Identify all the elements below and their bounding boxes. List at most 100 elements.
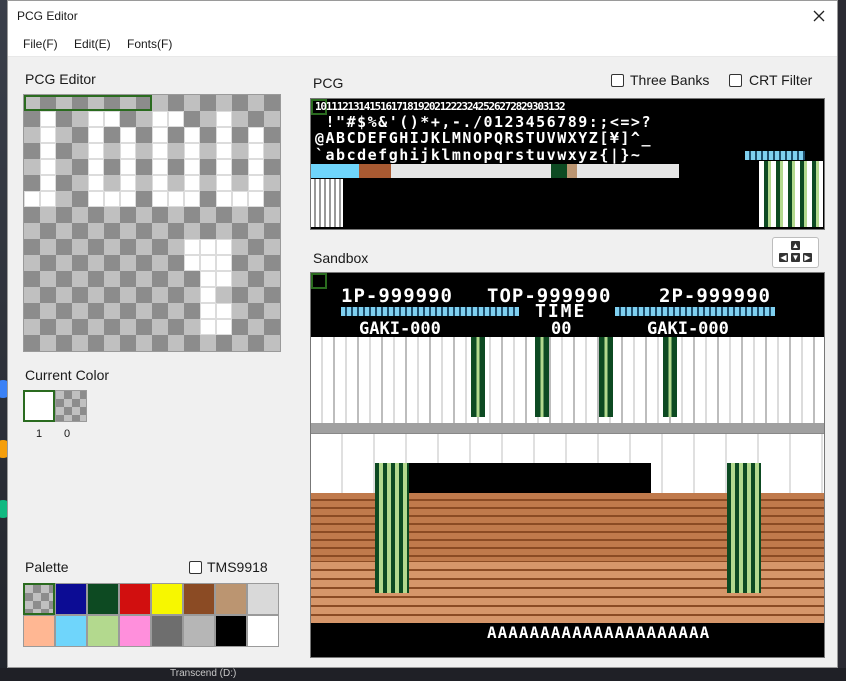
editor-pixel[interactable]: [88, 159, 104, 175]
palette-swatch[interactable]: [23, 583, 55, 615]
editor-pixel[interactable]: [248, 127, 264, 143]
palette-swatch[interactable]: [23, 615, 55, 647]
editor-pixel[interactable]: [152, 143, 168, 159]
palette-swatch[interactable]: [55, 615, 87, 647]
scroll-arrows-pad[interactable]: ▲ ◀ ▼ ▶: [772, 237, 819, 268]
editor-pixel[interactable]: [24, 191, 40, 207]
editor-pixel[interactable]: [184, 159, 200, 175]
sandbox-canvas[interactable]: 1P-999990 TOP-999990 2P-999990 TIME GAKI…: [310, 272, 825, 658]
tms9918-checkbox[interactable]: [189, 561, 202, 574]
editor-pixel[interactable]: [152, 191, 168, 207]
editor-pixel[interactable]: [168, 111, 184, 127]
menu-file[interactable]: File(F): [23, 37, 58, 51]
pcg-tile-sheet[interactable]: 1011121314151617181920212223242526272829…: [310, 98, 825, 230]
editor-pixel[interactable]: [200, 303, 216, 319]
palette-swatch[interactable]: [151, 615, 183, 647]
editor-pixel[interactable]: [216, 159, 232, 175]
palette-swatch[interactable]: [183, 615, 215, 647]
title-bar: PCG Editor: [8, 1, 837, 31]
three-banks-label: Three Banks: [630, 72, 710, 88]
arrow-up-icon[interactable]: ▲: [791, 241, 800, 250]
editor-pixel[interactable]: [152, 175, 168, 191]
editor-pixel[interactable]: [216, 239, 232, 255]
editor-pixel[interactable]: [216, 255, 232, 271]
palette-swatch[interactable]: [183, 583, 215, 615]
editor-pixel[interactable]: [40, 191, 56, 207]
palette-swatch[interactable]: [247, 615, 279, 647]
editor-pixel[interactable]: [200, 287, 216, 303]
editor-pixel[interactable]: [216, 191, 232, 207]
foreground-index: 1: [36, 428, 43, 440]
editor-pixel[interactable]: [40, 143, 56, 159]
editor-pixel[interactable]: [104, 111, 120, 127]
current-background-swatch[interactable]: [55, 390, 87, 422]
editor-pixel[interactable]: [248, 143, 264, 159]
pcg-tile-block: [551, 164, 567, 178]
three-banks-checkbox[interactable]: [611, 74, 624, 87]
close-button[interactable]: [801, 1, 837, 31]
palette-swatch[interactable]: [87, 615, 119, 647]
editor-pixel[interactable]: [120, 191, 136, 207]
editor-pixel[interactable]: [88, 127, 104, 143]
editor-pixel[interactable]: [40, 127, 56, 143]
editor-pixel[interactable]: [248, 191, 264, 207]
crt-filter-label: CRT Filter: [749, 72, 813, 88]
editor-pixel[interactable]: [200, 319, 216, 335]
editor-pixel[interactable]: [120, 175, 136, 191]
editor-pixel[interactable]: [40, 175, 56, 191]
palette-swatch[interactable]: [119, 583, 151, 615]
editor-pixel[interactable]: [168, 191, 184, 207]
palette-swatch[interactable]: [119, 615, 151, 647]
palette-swatch[interactable]: [215, 615, 247, 647]
editor-pixel[interactable]: [184, 191, 200, 207]
editor-pixel[interactable]: [216, 319, 232, 335]
editor-pixel[interactable]: [40, 111, 56, 127]
editor-pixel[interactable]: [88, 143, 104, 159]
palette-swatch[interactable]: [247, 583, 279, 615]
taskbar-item[interactable]: Transcend (D:): [170, 668, 236, 679]
editor-pixel[interactable]: [120, 127, 136, 143]
editor-pixel[interactable]: [88, 191, 104, 207]
menu-edit[interactable]: Edit(E): [74, 37, 111, 51]
editor-pixel[interactable]: [184, 127, 200, 143]
palette-swatch[interactable]: [87, 583, 119, 615]
editor-pixel[interactable]: [200, 255, 216, 271]
palette-swatch[interactable]: [215, 583, 247, 615]
editor-pixel[interactable]: [232, 191, 248, 207]
menu-fonts[interactable]: Fonts(F): [127, 37, 172, 51]
crt-filter-checkbox[interactable]: [729, 74, 742, 87]
arrow-left-icon[interactable]: ◀: [779, 253, 788, 262]
editor-pixel[interactable]: [152, 159, 168, 175]
editor-pixel[interactable]: [248, 175, 264, 191]
editor-pixel[interactable]: [216, 127, 232, 143]
arrow-down-icon[interactable]: ▼: [791, 253, 800, 262]
editor-pixel[interactable]: [104, 191, 120, 207]
editor-pixel[interactable]: [88, 175, 104, 191]
editor-pixel[interactable]: [216, 271, 232, 287]
pcg-editor-canvas[interactable]: [23, 94, 281, 352]
editor-pixel[interactable]: [184, 239, 200, 255]
editor-pixel[interactable]: [120, 143, 136, 159]
editor-pixel[interactable]: [184, 255, 200, 271]
editor-pixel[interactable]: [248, 159, 264, 175]
current-foreground-swatch[interactable]: [23, 390, 55, 422]
editor-pixel[interactable]: [88, 111, 104, 127]
editor-pixel[interactable]: [200, 271, 216, 287]
editor-pixel[interactable]: [120, 159, 136, 175]
palette-swatch[interactable]: [55, 583, 87, 615]
editor-pixel[interactable]: [152, 127, 168, 143]
pcg-tile-block: [391, 164, 679, 178]
editor-pixel[interactable]: [184, 143, 200, 159]
editor-pixel[interactable]: [216, 303, 232, 319]
editor-pixel[interactable]: [200, 239, 216, 255]
menu-bar: File(F) Edit(E) Fonts(F): [8, 31, 837, 57]
editor-pixel[interactable]: [184, 175, 200, 191]
editor-pixel[interactable]: [216, 143, 232, 159]
palette-swatch[interactable]: [151, 583, 183, 615]
editor-pixel[interactable]: [152, 111, 168, 127]
green-pillar: [535, 337, 549, 417]
arrow-right-icon[interactable]: ▶: [803, 253, 812, 262]
editor-pixel[interactable]: [216, 175, 232, 191]
editor-pixel[interactable]: [40, 159, 56, 175]
editor-pixel[interactable]: [216, 111, 232, 127]
